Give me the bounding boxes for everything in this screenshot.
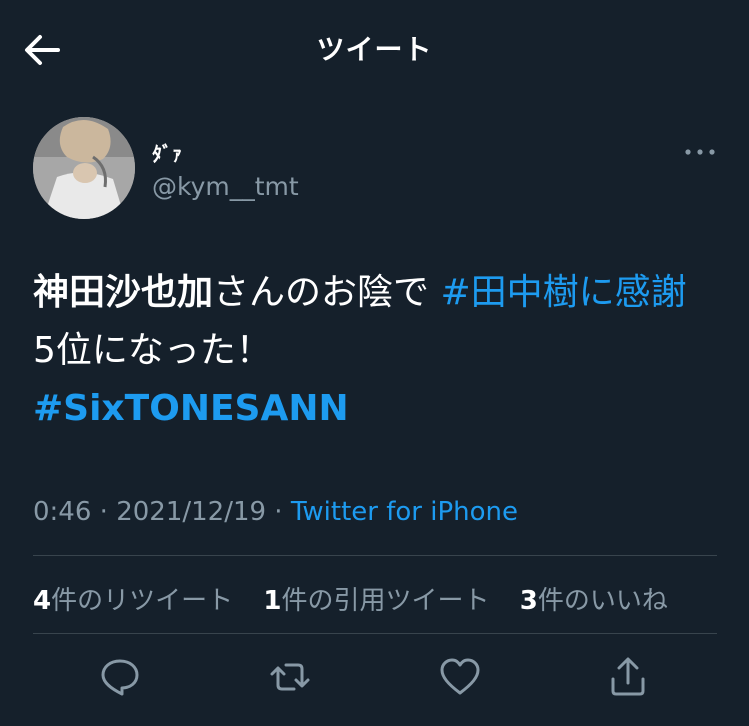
likes-label: 件のいいね xyxy=(537,586,668,616)
more-button[interactable] xyxy=(684,144,716,160)
avatar[interactable] xyxy=(33,117,135,219)
user-handle[interactable]: @kym__tmt xyxy=(152,172,299,201)
like-button[interactable] xyxy=(438,655,482,699)
quotes-count: 1 xyxy=(263,586,282,616)
share-button[interactable] xyxy=(606,655,650,699)
quotes-stat[interactable]: 1件の引用ツイート xyxy=(263,586,489,616)
top-bar: ツイート xyxy=(0,0,749,96)
retweet-button[interactable] xyxy=(268,655,312,699)
divider xyxy=(33,555,717,556)
tweet-text: 神田沙也加さんのお陰で #田中樹に感謝 5位になった！ #SixTONESANN xyxy=(33,264,713,438)
likes-count: 3 xyxy=(519,586,538,616)
tweet-time: 0:46 xyxy=(33,497,92,527)
tweet-mention-name: 神田沙也加 xyxy=(33,272,214,313)
more-dots-icon xyxy=(685,149,715,155)
display-name[interactable]: ﾀﾞｧ xyxy=(152,138,182,167)
source-link[interactable]: Twitter for iPhone xyxy=(291,497,518,527)
action-bar xyxy=(0,655,749,705)
tweet-text-part: 5位になった！ xyxy=(33,330,272,371)
heart-icon xyxy=(440,658,480,695)
separator: · xyxy=(91,497,117,527)
likes-stat[interactable]: 3件のいいね xyxy=(520,586,668,616)
hashtag-link[interactable]: #田中樹に感謝 xyxy=(440,272,686,313)
retweets-count: 4 xyxy=(33,586,52,616)
tweet-stats: 4件のリツイート 1件の引用ツイート 3件のいいね xyxy=(33,580,690,617)
retweets-label: 件のリツイート xyxy=(51,586,234,616)
share-icon xyxy=(611,657,645,696)
separator: · xyxy=(266,497,291,527)
tweet-date: 2021/12/19 xyxy=(116,497,267,527)
reply-button[interactable] xyxy=(98,655,142,699)
tweet-text-part: さんのお陰で xyxy=(213,272,441,313)
retweet-icon xyxy=(270,663,310,691)
avatar-image xyxy=(33,117,135,219)
page-title: ツイート xyxy=(316,33,433,66)
quotes-label: 件の引用ツイート xyxy=(281,586,490,616)
hashtag-link[interactable]: #SixTONESANN xyxy=(33,388,349,429)
reply-icon xyxy=(101,659,139,696)
tweet-metadata: 0:46 · 2021/12/19 · Twitter for iPhone xyxy=(33,497,518,527)
retweets-stat[interactable]: 4件のリツイート xyxy=(33,586,233,616)
divider xyxy=(33,633,717,634)
